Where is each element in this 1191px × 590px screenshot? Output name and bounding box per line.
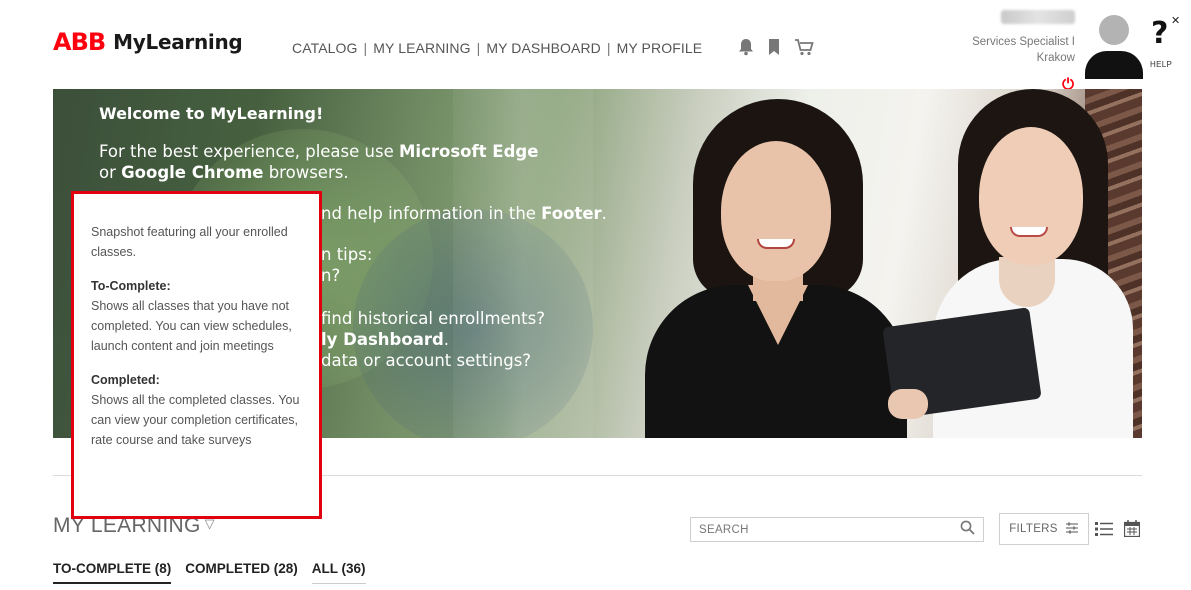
nav-separator: | <box>476 40 481 56</box>
help-button[interactable]: ? ✕ HELP <box>1147 14 1183 74</box>
tooltip-to-complete-title: To-Complete: <box>91 279 171 293</box>
header: ABB MyLearning CATALOG | MY LEARNING | M… <box>0 0 1191 93</box>
hero-text-bold: ly Dashboard <box>321 330 444 349</box>
hero-text-span: browsers. <box>263 163 349 182</box>
hero-line: or Google Chrome browsers. <box>99 162 719 183</box>
hero-text-bold: Google Chrome <box>121 163 264 182</box>
tooltip-completed: Completed: Shows all the completed class… <box>91 370 301 450</box>
nav-my-dashboard[interactable]: MY DASHBOARD <box>486 40 601 56</box>
tab-to-complete[interactable]: TO-COMPLETE (8) <box>53 561 172 584</box>
user-info[interactable]: Services Specialist I Krakow ⏻ <box>915 10 1075 93</box>
hero-text-span: . <box>601 204 607 223</box>
brand-name: MyLearning <box>113 30 243 54</box>
hero-text-span: nd help information in the <box>321 204 542 223</box>
avatar[interactable] <box>1085 15 1143 79</box>
hero-person-left-face <box>721 141 831 281</box>
nav-separator: | <box>363 40 368 56</box>
cart-icon[interactable] <box>794 38 814 61</box>
hero-person-right-smile <box>1010 227 1048 237</box>
nav-separator: | <box>606 40 611 56</box>
list-view-icon[interactable] <box>1095 521 1113 542</box>
nav-my-learning[interactable]: MY LEARNING <box>373 40 470 56</box>
abb-logo[interactable]: ABB MyLearning <box>53 26 243 58</box>
tab-all[interactable]: ALL (36) <box>311 561 366 584</box>
hero-hand <box>888 389 928 419</box>
hero-text-span: For the best experience, please use <box>99 142 399 161</box>
filters-button[interactable]: FILTERS <box>999 513 1089 545</box>
filters-label: FILTERS <box>1009 523 1058 535</box>
hero-text-span: . <box>443 330 450 349</box>
user-location: Krakow <box>1036 52 1075 64</box>
hero-text-span: or <box>99 163 122 182</box>
tooltip-intro: Snapshot featuring all your enrolled cla… <box>91 225 288 259</box>
nav-my-profile[interactable]: MY PROFILE <box>617 40 703 56</box>
user-name-blurred <box>1001 10 1075 24</box>
help-icon: ? <box>1151 16 1169 51</box>
hero-welcome: Welcome to MyLearning! <box>99 104 324 123</box>
help-tooltip: Snapshot featuring all your enrolled cla… <box>71 191 322 519</box>
hero-text-bold: Footer <box>541 204 602 223</box>
close-icon[interactable]: ✕ <box>1171 14 1180 27</box>
calendar-icon[interactable] <box>1123 520 1141 542</box>
hero-person-left-smile <box>757 239 795 249</box>
search-icon[interactable] <box>960 520 975 539</box>
help-label: HELP <box>1150 60 1173 69</box>
hero-person-right-face <box>979 127 1083 265</box>
tooltip-completed-body: Shows all the completed classes. You can… <box>91 393 300 447</box>
header-icons <box>738 38 814 61</box>
hero-text-bold: Microsoft Edge <box>399 142 539 161</box>
abb-logo-mark: ABB <box>53 28 106 56</box>
search-box <box>690 517 984 542</box>
user-role-title: Services Specialist I <box>972 36 1075 48</box>
hero-line: For the best experience, please use Micr… <box>99 141 719 162</box>
bookmark-icon[interactable] <box>768 38 780 61</box>
hero-person-left-neckline <box>748 285 808 345</box>
tab-completed[interactable]: COMPLETED (28) <box>185 561 298 584</box>
user-role: Services Specialist I Krakow <box>915 34 1075 66</box>
tooltip-to-complete-body: Shows all classes that you have not comp… <box>91 299 292 353</box>
learning-tabs: TO-COMPLETE (8) COMPLETED (28) ALL (36) <box>53 561 366 584</box>
bell-icon[interactable] <box>738 38 754 61</box>
sliders-icon <box>1065 522 1079 537</box>
avatar-body <box>1085 51 1143 79</box>
avatar-head <box>1099 15 1129 45</box>
nav-catalog[interactable]: CATALOG <box>292 40 358 56</box>
top-nav: CATALOG | MY LEARNING | MY DASHBOARD | M… <box>292 40 702 56</box>
tooltip-to-complete: To-Complete: Shows all classes that you … <box>91 276 301 356</box>
search-input[interactable] <box>691 518 941 541</box>
tooltip-completed-title: Completed: <box>91 373 160 387</box>
